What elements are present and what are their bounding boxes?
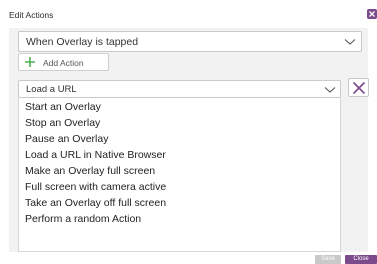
edit-actions-dialog: Edit Actions When Overlay is tapped Add …	[0, 0, 377, 264]
save-button[interactable]: Save	[315, 255, 341, 264]
chevron-down-icon	[344, 39, 356, 45]
action-select[interactable]: Load a URL	[18, 80, 341, 98]
add-action-button[interactable]: Add Action	[18, 53, 109, 71]
remove-action-button[interactable]	[348, 78, 369, 97]
action-options-list: Start an Overlay Stop an Overlay Pause a…	[18, 98, 341, 252]
action-option[interactable]: Make an Overlay full screen	[25, 163, 335, 179]
plus-icon	[25, 57, 35, 67]
dialog-body: When Overlay is tapped Add Action Load a…	[9, 28, 369, 252]
trigger-select[interactable]: When Overlay is tapped	[18, 31, 362, 52]
action-option[interactable]: Load a URL in Native Browser	[25, 147, 335, 163]
action-option[interactable]: Full screen with camera active	[25, 179, 335, 195]
chevron-down-icon	[324, 87, 336, 93]
action-option[interactable]: Start an Overlay	[25, 99, 335, 115]
action-option[interactable]: Pause an Overlay	[25, 131, 335, 147]
close-button[interactable]: Close	[345, 255, 377, 264]
action-option[interactable]: Take an Overlay off full screen	[25, 195, 335, 211]
trigger-select-value: When Overlay is tapped	[26, 36, 139, 48]
add-action-label: Add Action	[43, 58, 84, 68]
close-icon[interactable]	[367, 9, 377, 19]
action-option[interactable]: Stop an Overlay	[25, 115, 335, 131]
dialog-title: Edit Actions	[9, 10, 54, 20]
dialog-titlebar: Edit Actions	[0, 0, 377, 28]
action-select-value: Load a URL	[26, 84, 77, 95]
action-option[interactable]: Perform a random Action	[25, 211, 335, 227]
remove-x-icon	[352, 81, 366, 95]
